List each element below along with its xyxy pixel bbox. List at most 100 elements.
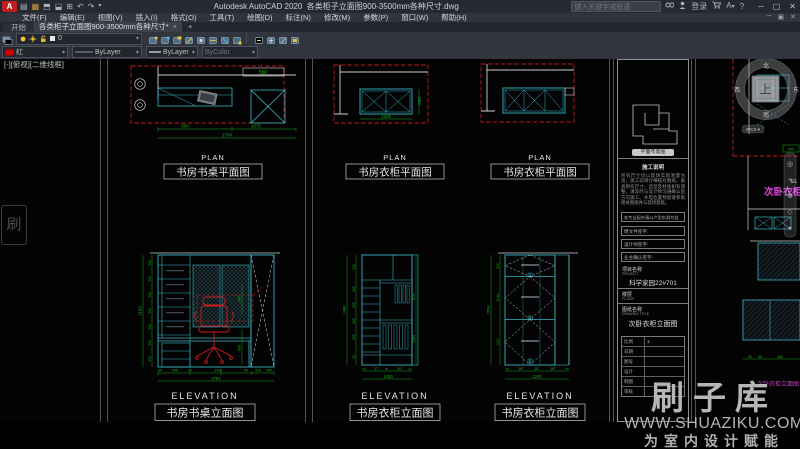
tab-active-drawing[interactable]: 各类柜子立面图900-3500mm各种尺寸* × <box>34 22 182 32</box>
elev1-drawing: 40 548 40 1038 40 518 550 2761 300 350 3… <box>138 253 281 421</box>
chevron-down-icon[interactable]: ▾ <box>136 35 139 42</box>
quick-access-toolbar: ▤ ▦ ⬒ ⬓ ⊞ ↶ ↷ ▾ <box>20 1 101 12</box>
elev2-type: ELEVATION <box>361 391 428 401</box>
layer-name: 0 <box>58 35 62 42</box>
layer-tool-icon[interactable] <box>266 33 277 44</box>
doc-restore-button[interactable]: ▣ <box>778 13 785 21</box>
plan3-drawing: PLAN 书房衣柜平面图 <box>481 64 589 179</box>
sign-in-label[interactable]: 登录 <box>691 1 707 12</box>
chevron-down-icon[interactable]: ▾ <box>62 49 65 56</box>
new-tab-button[interactable]: + <box>182 22 198 32</box>
svg-text:550: 550 <box>259 70 268 76</box>
linetype-dropdown[interactable]: ByLayer ▾ <box>72 46 142 58</box>
svg-text:763: 763 <box>396 367 402 371</box>
chevron-down-icon[interactable]: ▾ <box>192 49 195 56</box>
tab-start[interactable]: 开始 <box>3 23 34 32</box>
table-row: 制图 <box>622 376 684 386</box>
viewcube-top-face[interactable]: 上 <box>759 83 771 97</box>
layer-properties-icon[interactable] <box>2 33 13 44</box>
layer-tool-icon[interactable] <box>184 33 195 44</box>
zoom-icon[interactable]: ⊕ <box>787 193 793 200</box>
search-input[interactable] <box>572 3 664 12</box>
close-button[interactable]: ✕ <box>789 1 796 12</box>
viewport-controls[interactable]: [-][俯视][二维线框] <box>4 59 64 70</box>
full-nav-wheel-icon[interactable]: ◎ <box>787 161 793 168</box>
linetype-value: ByLayer <box>95 49 121 56</box>
layers-toolbar: 0 ▾ <box>0 32 800 45</box>
layer-tool-icon[interactable] <box>196 33 207 44</box>
svg-text:1038: 1038 <box>214 369 221 373</box>
save-as-icon[interactable]: ⬓ <box>55 1 63 12</box>
doc-minimize-button[interactable]: ─ <box>767 13 772 21</box>
svg-text:377: 377 <box>374 367 380 371</box>
floor-sub: FLOOR <box>618 297 688 301</box>
plan2-dims: 550 1200 <box>360 89 422 119</box>
layer-on-bulb-icon[interactable] <box>19 35 27 43</box>
help-search-field[interactable] <box>571 1 661 12</box>
svg-text:20: 20 <box>362 367 366 371</box>
help-icon[interactable]: ? <box>740 1 744 12</box>
svg-text:20: 20 <box>408 367 412 371</box>
app-store-cart-icon[interactable] <box>712 1 721 12</box>
layer-tool-icon[interactable] <box>160 33 171 44</box>
pan-icon[interactable]: + <box>788 177 792 184</box>
layer-lock-icon[interactable] <box>39 35 47 43</box>
elev2-dims: 614 1064 520 320 350 320 350 90 1488 20 … <box>342 255 417 379</box>
layer-tool-icon[interactable] <box>254 33 265 44</box>
search-icon[interactable] <box>665 1 674 12</box>
tab-close-icon[interactable]: × <box>173 22 177 32</box>
layer-tool-icon[interactable] <box>232 33 243 44</box>
viewcube-south[interactable]: 南 <box>763 111 769 119</box>
orbit-icon[interactable]: ◇ <box>787 209 793 216</box>
layer-tool-icon[interactable] <box>220 33 231 44</box>
viewcube-west[interactable]: 西 <box>734 87 740 94</box>
layer-freeze-sun-icon[interactable] <box>29 35 37 43</box>
svg-text:690: 690 <box>238 296 242 302</box>
bottom-right-partial-drawing: 60 60 454 次卧衣柜立面图 <box>743 241 800 388</box>
layer-dropdown[interactable]: 0 ▾ <box>16 33 142 45</box>
viewcube-east[interactable]: 东 <box>793 86 799 94</box>
undo-icon[interactable]: ↶ <box>77 1 84 12</box>
shelf-label-smudges <box>166 270 184 327</box>
svg-text:1044: 1044 <box>496 294 500 302</box>
plot-icon[interactable]: ⊞ <box>66 1 73 12</box>
svg-text:350: 350 <box>352 334 356 340</box>
chevron-down-icon[interactable]: ▾ <box>136 49 139 56</box>
layer-color-swatch[interactable] <box>49 35 56 42</box>
svg-text:300: 300 <box>148 260 152 266</box>
svg-text:90: 90 <box>352 355 356 359</box>
titleblock-panel: 平面布置图 施工说明 所有尺寸均以现场实际测量为准，施工前请仔细核对图纸。家具制… <box>617 59 689 422</box>
color-dropdown[interactable]: 红 ▾ <box>2 46 68 58</box>
minimize-button[interactable]: ─ <box>758 1 764 12</box>
layer-tool-icon[interactable] <box>290 33 301 44</box>
table-row: 设计 <box>622 366 684 376</box>
navigation-bar[interactable]: ◎ + ⊕ ◇ ▾ <box>784 153 796 237</box>
autocad-window: { "window": { "app_title": "Autodesk Aut… <box>0 0 800 422</box>
layer-tool-icon[interactable] <box>172 33 183 44</box>
open-file-icon[interactable]: ▦ <box>32 1 40 12</box>
lineweight-dropdown[interactable]: ByLayer ▾ <box>146 46 198 58</box>
new-file-icon[interactable]: ▤ <box>20 1 28 12</box>
restore-button[interactable]: ▢ <box>773 1 781 12</box>
layer-tool-icon[interactable] <box>148 33 159 44</box>
svg-text:2183: 2183 <box>138 306 143 316</box>
plan1-name: 书房书桌平面图 <box>176 166 250 179</box>
navbar-more-icon[interactable]: ▾ <box>788 226 791 232</box>
redo-icon[interactable]: ↷ <box>88 1 95 12</box>
doc-close-button[interactable]: ✕ <box>790 13 796 21</box>
autodesk-apps-icon[interactable]: A▾ <box>726 0 734 13</box>
elev3-drawing: 520 1044 1100 2664 20 387 387 387 20 120… <box>486 253 586 421</box>
autocad-logo-icon[interactable]: A <box>2 1 17 12</box>
titleblock-sign-row-2: 设计师签字: <box>621 239 685 249</box>
lineweight-value: ByLayer <box>163 49 189 56</box>
viewcube[interactable]: 上 北 西 南 东 WCS ▾ <box>734 59 799 133</box>
layer-tool-icon[interactable] <box>278 33 289 44</box>
plan2-wardrobe <box>360 89 412 114</box>
layer-tool-icon[interactable] <box>208 33 219 44</box>
svg-text:350: 350 <box>148 340 152 346</box>
user-icon[interactable] <box>679 1 686 12</box>
viewcube-north[interactable]: 北 <box>763 62 769 70</box>
save-icon[interactable]: ⬒ <box>43 1 51 12</box>
viewcube-wcs-menu[interactable]: WCS ▾ <box>746 127 761 132</box>
svg-text:550: 550 <box>417 97 422 105</box>
